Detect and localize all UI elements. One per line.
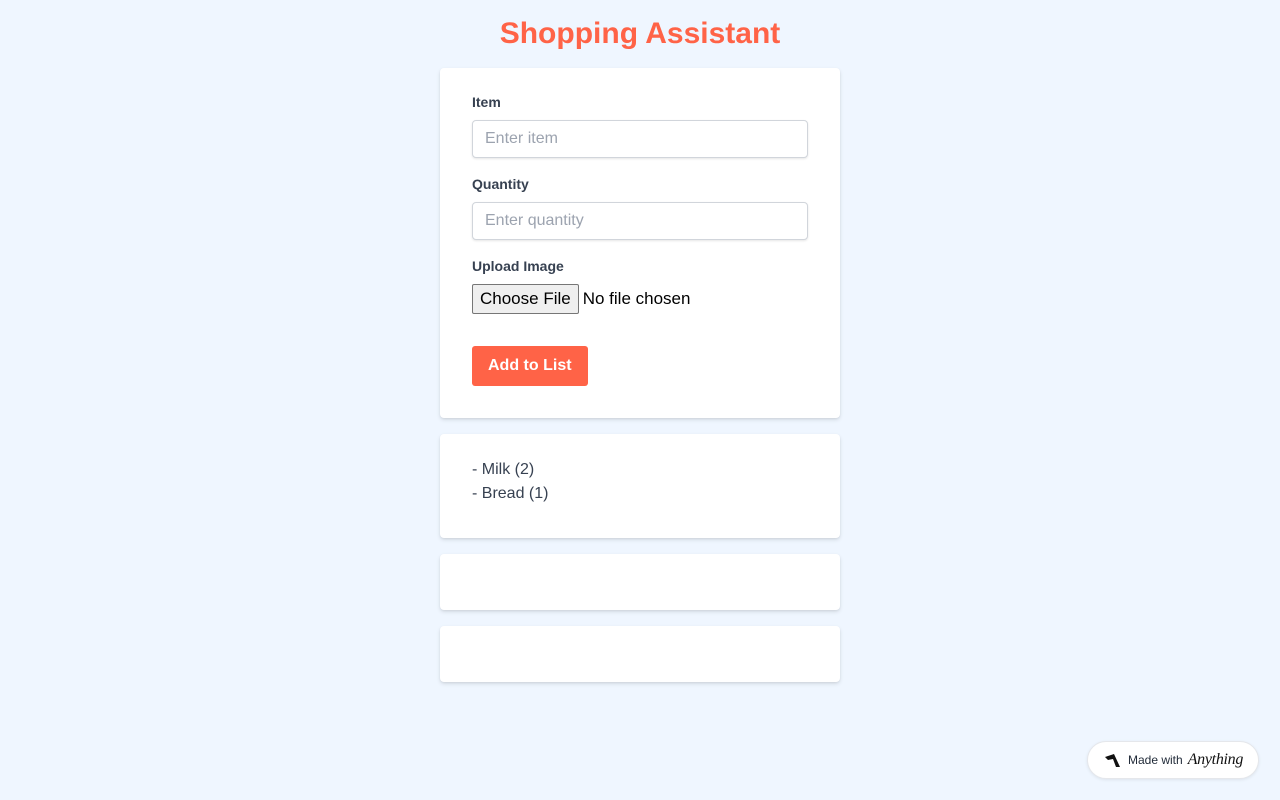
file-upload: Choose File No file chosen [472,284,808,314]
item-label: Item [472,94,501,110]
item-input[interactable] [472,120,808,158]
empty-panel [440,554,840,610]
badge-brand: Anything [1187,751,1244,768]
badge-text: Made with [1128,753,1183,767]
anything-logo-icon [1105,753,1120,767]
upload-image-label: Upload Image [472,258,564,274]
file-status: No file chosen [582,289,691,308]
made-with-anything-badge[interactable]: Made with Anything [1087,741,1259,779]
choose-file-button[interactable]: Choose File [472,284,579,314]
add-to-list-button[interactable]: Add to List [472,346,588,386]
add-item-form: Item Quantity Upload Image Choose File N… [440,68,840,418]
shopping-list: - Milk (2) - Bread (1) [440,434,840,538]
list-item: - Milk (2) [472,461,535,478]
quantity-label: Quantity [472,176,529,192]
list-item: - Bread (1) [472,485,549,502]
empty-panel [440,626,840,682]
quantity-input[interactable] [472,202,808,240]
page-title: Shopping Assistant [499,17,781,50]
